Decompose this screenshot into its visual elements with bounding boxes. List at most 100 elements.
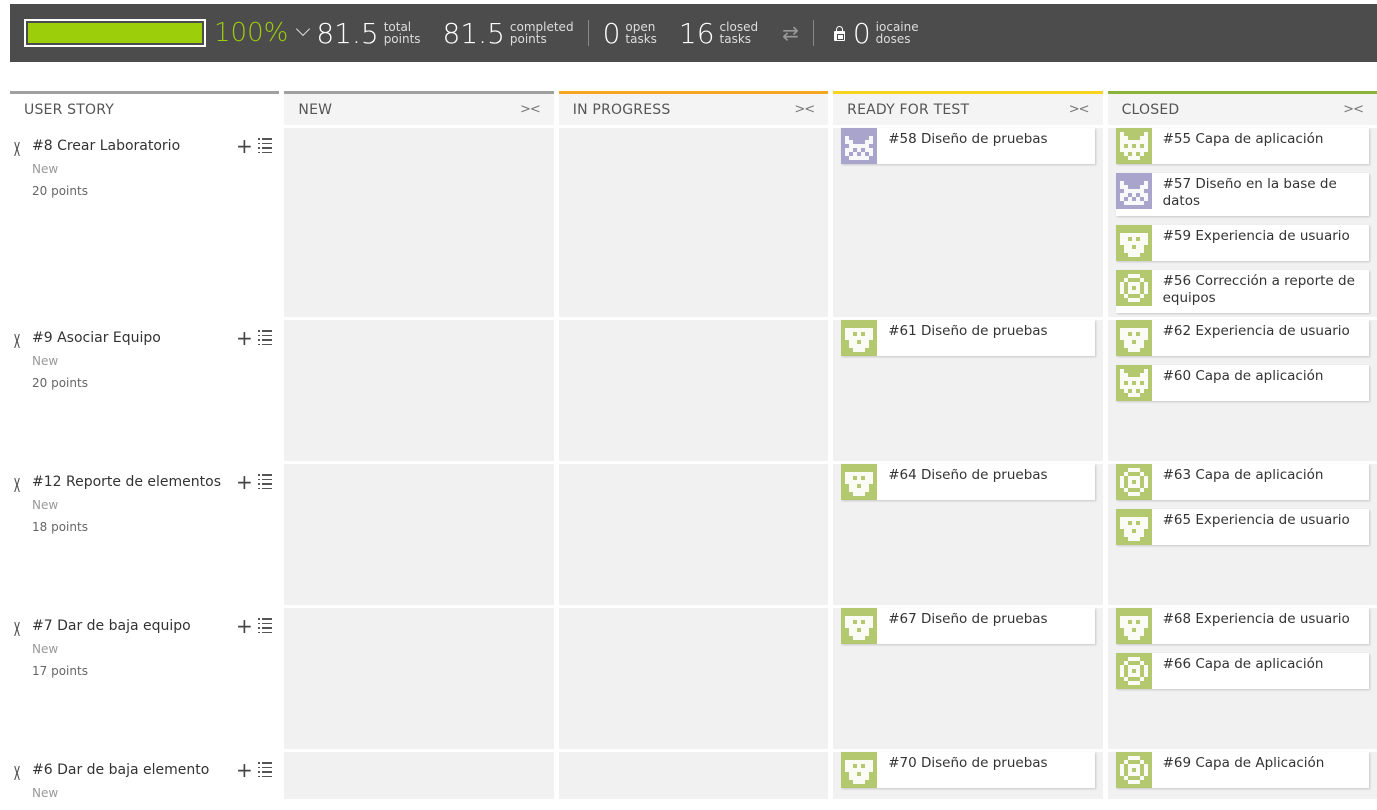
add-task-icon[interactable]: + [236, 758, 253, 782]
bulk-add-icon[interactable] [258, 618, 272, 633]
fold-column-icon[interactable]: >< [794, 102, 815, 117]
divider [587, 20, 589, 46]
swimlane-row: ∨ ∧ #8 Crear Laboratorio New 20 points + … [10, 125, 1377, 317]
user-story-status: New [32, 642, 59, 656]
task-card[interactable]: #66 Capa de aplicación [1115, 653, 1369, 689]
task-card[interactable]: #63 Capa de aplicación [1115, 464, 1369, 500]
task-title[interactable]: #56 Corrección a reporte de equipos [1152, 270, 1369, 307]
user-story-points: 17 points [32, 664, 88, 678]
cat-avatar-icon [1115, 128, 1152, 164]
task-card[interactable]: #56 Corrección a reporte de equipos [1115, 270, 1369, 313]
task-title[interactable]: #61 Diseño de pruebas [877, 320, 1057, 340]
task-title[interactable]: #59 Experiencia de usuario [1152, 225, 1360, 245]
open-tasks-stat: 0 open tasks [602, 16, 657, 50]
bear-avatar-icon [841, 752, 878, 788]
bear-avatar-icon [841, 464, 878, 500]
cell-ready-for-test: #70 Diseño de pruebas [833, 752, 1103, 799]
user-story-cell: ∨ ∧ #7 Dar de baja equipo New 17 points + [10, 608, 280, 749]
task-card[interactable]: #65 Experiencia de usuario [1115, 509, 1369, 545]
add-task-icon[interactable]: + [236, 470, 253, 494]
task-title[interactable]: #65 Experiencia de usuario [1152, 509, 1360, 529]
task-card[interactable]: #68 Experiencia de usuario [1115, 608, 1369, 644]
user-story-status: New [32, 498, 59, 512]
task-card[interactable]: #62 Experiencia de usuario [1115, 320, 1369, 356]
bulk-add-icon[interactable] [258, 330, 272, 345]
eye-avatar-icon [1115, 464, 1152, 500]
column-header-ready-for-test: READY FOR TEST >< [833, 91, 1103, 125]
add-task-icon[interactable]: + [236, 134, 253, 158]
cell-ready-for-test: #58 Diseño de pruebas [833, 128, 1103, 317]
task-card[interactable]: #60 Capa de aplicación [1115, 365, 1369, 401]
closed-tasks-stat: 16 closed tasks [678, 16, 759, 50]
column-header-in-progress: IN PROGRESS >< [558, 91, 829, 125]
swimlane-row: ∨ ∧ #12 Reporte de elementos New 18 point… [10, 461, 1377, 605]
bulk-add-icon[interactable] [258, 762, 272, 777]
collapse-row-icon[interactable]: ∨ ∧ [12, 139, 22, 158]
total-points-stat: 81.5 total points [316, 16, 421, 50]
task-title[interactable]: #67 Diseño de pruebas [877, 608, 1057, 628]
task-title[interactable]: #69 Capa de Aplicación [1152, 752, 1335, 772]
add-task-icon[interactable]: + [236, 614, 253, 638]
cell-closed: #68 Experiencia de usuario #66 Capa de a… [1107, 608, 1377, 749]
collapse-row-icon[interactable]: ∨ ∧ [12, 619, 22, 638]
cell-in-progress [558, 128, 829, 317]
task-card[interactable]: #64 Diseño de pruebas [841, 464, 1095, 500]
task-card[interactable]: #57 Diseño en la base de datos [1115, 173, 1369, 216]
bear-avatar-icon [1115, 509, 1152, 545]
user-story-cell: ∨ ∧ #8 Crear Laboratorio New 20 points + [10, 128, 280, 317]
task-title[interactable]: #57 Diseño en la base de datos [1152, 173, 1369, 210]
cell-closed: #55 Capa de aplicación #57 Diseño en la … [1107, 128, 1377, 317]
task-title[interactable]: #62 Experiencia de usuario [1152, 320, 1360, 340]
user-story-cell: ∨ ∧ #9 Asociar Equipo New 20 points + [10, 320, 280, 461]
task-card[interactable]: #59 Experiencia de usuario [1115, 225, 1369, 261]
lock-icon [833, 25, 845, 41]
task-card[interactable]: #58 Diseño de pruebas [841, 128, 1095, 164]
user-story-points: 18 points [32, 520, 88, 534]
cell-new [284, 608, 554, 749]
eye-avatar-icon [1115, 752, 1152, 788]
task-title[interactable]: #68 Experiencia de usuario [1152, 608, 1360, 628]
task-card[interactable]: #70 Diseño de pruebas [841, 752, 1095, 788]
fold-column-icon[interactable]: >< [1343, 102, 1364, 117]
iocaine-doses-stat: 0 iocaine doses [852, 16, 919, 50]
task-title[interactable]: #66 Capa de aplicación [1152, 653, 1334, 673]
cell-new [284, 128, 554, 317]
task-title[interactable]: #58 Diseño de pruebas [877, 128, 1057, 148]
task-title[interactable]: #63 Capa de aplicación [1152, 464, 1334, 484]
user-story-status: New [32, 786, 59, 800]
bear-avatar-icon [841, 608, 878, 644]
chevron-down-icon[interactable] [296, 21, 311, 37]
progress-percent: 100% [214, 18, 289, 48]
task-card[interactable]: #69 Capa de Aplicación [1115, 752, 1369, 788]
cell-in-progress [558, 608, 829, 749]
fold-column-icon[interactable]: >< [1069, 102, 1090, 117]
task-title[interactable]: #64 Diseño de pruebas [877, 464, 1057, 484]
bulk-add-icon[interactable] [258, 138, 272, 153]
swap-arrows-icon[interactable]: ⇄ [782, 21, 799, 45]
task-title[interactable]: #55 Capa de aplicación [1152, 128, 1334, 148]
collapse-row-icon[interactable]: ∨ ∧ [12, 331, 22, 350]
task-card[interactable]: #55 Capa de aplicación [1115, 128, 1369, 164]
swimlane-row: ∨ ∧ #9 Asociar Equipo New 20 points + #61… [10, 317, 1377, 461]
user-story-cell: ∨ ∧ #12 Reporte de elementos New 18 point… [10, 464, 280, 605]
task-card[interactable]: #67 Diseño de pruebas [841, 608, 1095, 644]
task-card[interactable]: #61 Diseño de pruebas [841, 320, 1095, 356]
cell-closed: #69 Capa de Aplicación [1107, 752, 1377, 799]
taskboard: USER STORY NEW >< IN PROGRESS >< READY F… [10, 91, 1377, 800]
bulk-add-icon[interactable] [258, 474, 272, 489]
user-story-cell: ∨ ∧ #6 Dar de baja elemento New + [10, 752, 280, 800]
collapse-row-icon[interactable]: ∨ ∧ [12, 763, 22, 782]
add-task-icon[interactable]: + [236, 326, 253, 350]
completed-points-stat: 81.5 completed points [442, 16, 574, 50]
collapse-row-icon[interactable]: ∨ ∧ [12, 475, 22, 494]
column-header-closed: CLOSED >< [1107, 91, 1377, 125]
task-title[interactable]: #60 Capa de aplicación [1152, 365, 1334, 385]
cell-new [284, 464, 554, 605]
taskboard-rows: ∨ ∧ #8 Crear Laboratorio New 20 points + … [10, 125, 1377, 800]
column-header-user-story: USER STORY [10, 91, 280, 125]
bear-avatar-icon [841, 320, 878, 356]
sprint-summary-bar: 100% 81.5 total points 81.5 completed poin… [10, 4, 1377, 62]
progress-fill [28, 23, 202, 43]
task-title[interactable]: #70 Diseño de pruebas [877, 752, 1057, 772]
fold-column-icon[interactable]: >< [520, 102, 541, 117]
